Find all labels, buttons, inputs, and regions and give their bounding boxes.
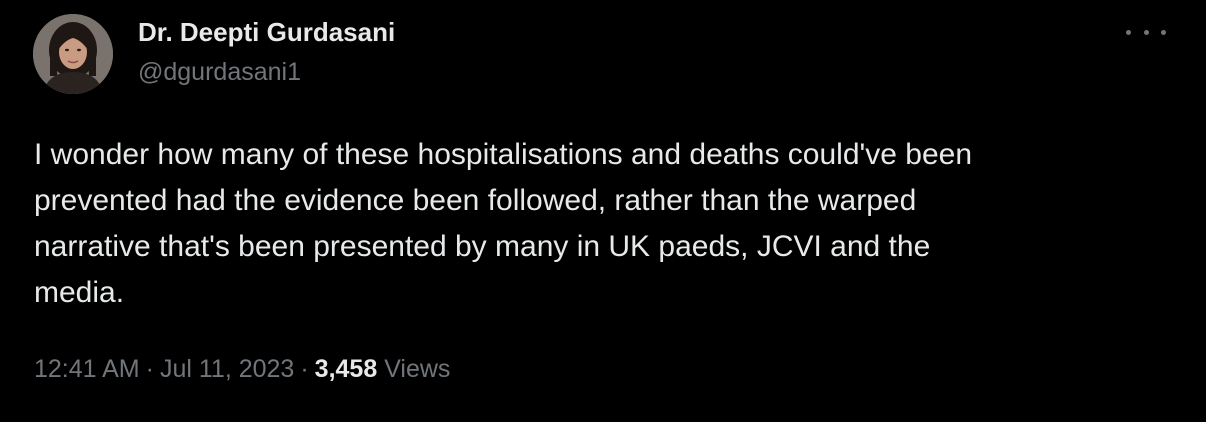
more-options-button[interactable]	[1126, 20, 1166, 44]
views-label: Views	[384, 355, 451, 383]
tweet-date[interactable]: Jul 11, 2023	[160, 355, 294, 383]
author-handle[interactable]: @dgurdasani1	[138, 58, 301, 87]
tweet-metadata: 12:41 AM · Jul 11, 2023 · 3,458 Views	[34, 355, 450, 384]
avatar[interactable]	[33, 14, 113, 94]
separator: ·	[145, 355, 154, 383]
more-horizontal-icon	[1161, 29, 1166, 35]
tweet-time[interactable]: 12:41 AM	[34, 355, 140, 383]
avatar-photo	[33, 14, 113, 94]
tweet-text: I wonder how many of these hospitalisati…	[34, 138, 972, 309]
more-horizontal-icon	[1143, 29, 1149, 35]
more-horizontal-icon	[1126, 29, 1131, 35]
tweet-card: Dr. Deepti Gurdasani @dgurdasani1 I wond…	[0, 0, 1206, 422]
author-name[interactable]: Dr. Deepti Gurdasani	[138, 17, 395, 48]
views-count[interactable]: 3,458	[315, 355, 378, 383]
separator: ·	[300, 355, 309, 383]
